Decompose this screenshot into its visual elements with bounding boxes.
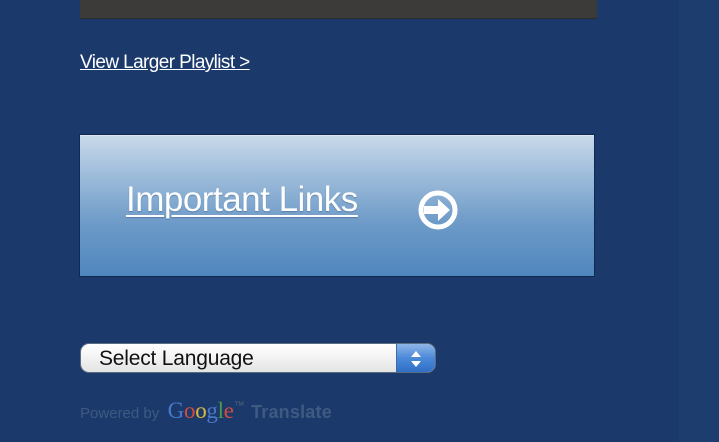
google-letter: G [167,398,185,423]
language-select-value: Select Language [99,347,254,370]
language-select[interactable]: Select Language [80,343,436,373]
important-links-label[interactable]: Important Links [126,180,358,220]
google-letter: e [223,398,234,423]
view-larger-playlist-link[interactable]: View Larger Playlist > [80,52,250,74]
trademark-symbol: ™ [233,400,245,412]
up-down-arrows-icon [411,351,421,367]
language-select-arrow[interactable] [396,344,435,372]
google-letter: o [183,398,196,423]
page-side-strip [679,0,719,442]
player-bottom-bar [80,0,597,19]
arrow-right-circle-icon[interactable] [416,188,460,232]
google-letter: g [206,398,218,423]
google-logo[interactable]: Google [168,398,234,423]
google-letter: o [195,398,207,423]
translate-text: Translate [251,402,332,422]
powered-by-text: Powered by [80,405,160,422]
google-translate-attribution: Powered by Google™ Translate [80,398,332,424]
